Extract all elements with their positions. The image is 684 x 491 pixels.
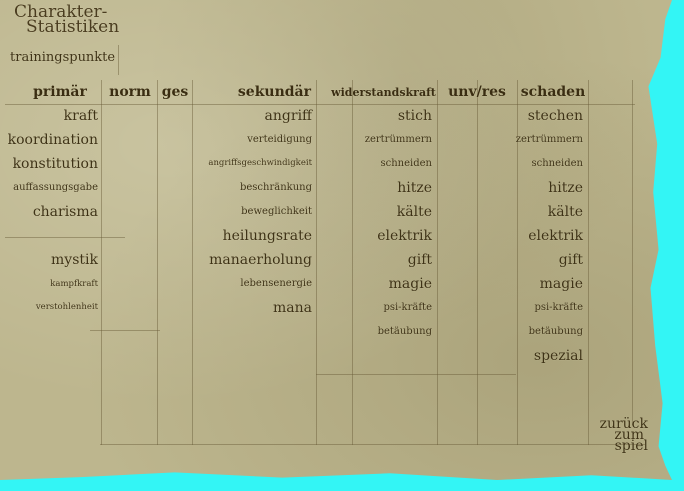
primary-charisma: charisma [32,204,98,220]
damage-psi-kraefte: psi-kräfte [534,302,583,313]
resistance-zertruemmern: zertrümmern [364,134,432,145]
primary-auffassungsgabe: auffassungsgabe [13,182,98,193]
primary-verstohlenheit: verstohlenheit [35,302,98,312]
secondary-mana: mana [273,300,312,316]
header-primary: primär [33,84,87,100]
header-secondary: sekundär [237,84,311,100]
header-damage: schaden [520,84,586,100]
primary-kraft: kraft [63,108,98,124]
secondary-angriffsgeschwindigkeit: angriffsgeschwindigkeit [208,158,312,168]
damage-gift: gift [558,252,583,268]
header-norm: norm [109,84,151,100]
secondary-beschraenkung: beschränkung [239,182,312,193]
resistance-psi-kraefte: psi-kräfte [383,302,432,313]
secondary-verteidigung: verteidigung [247,134,312,145]
damage-stechen: stechen [527,108,583,124]
header-resistance: widerstandskraft [331,86,436,99]
resistance-hitze: hitze [397,180,432,196]
training-points-label: trainingspunkte [10,50,116,65]
primary-koordination: koordination [7,132,98,148]
resistance-elektrik: elektrik [377,228,432,244]
damage-kaelte: kälte [547,204,583,220]
resistance-kaelte: kälte [396,204,432,220]
damage-betaeubung: betäubung [528,326,583,337]
page-title: Charakter- Statistiken [14,4,120,37]
header-unv-res: unv/res [448,84,506,100]
back-to-game-line3: spiel [614,438,648,454]
damage-elektrik: elektrik [528,228,583,244]
header-ges: ges [161,84,189,100]
damage-magie: magie [539,276,583,292]
primary-kampfkraft: kampfkraft [50,279,98,289]
damage-hitze: hitze [548,180,583,196]
damage-schneiden: schneiden [531,158,584,169]
resistance-magie: magie [388,276,432,292]
secondary-lebensenergie: lebensenergie [240,278,312,289]
secondary-angriff: angriff [264,108,312,124]
damage-spezial: spezial [533,348,583,364]
secondary-beweglichkeit: beweglichkeit [241,206,312,217]
secondary-manaerholung: manaerholung [209,252,312,268]
primary-mystik: mystik [51,252,98,268]
back-to-game-button[interactable]: zurück zum spiel [580,417,648,454]
primary-konstitution: konstitution [12,156,98,172]
resistance-betaeubung: betäubung [377,326,432,337]
resistance-stich: stich [397,108,432,124]
resistance-gift: gift [407,252,432,268]
damage-zertruemmern: zertrümmern [515,134,583,145]
page-title-line2: Statistiken [26,17,120,37]
resistance-schneiden: schneiden [380,158,433,169]
secondary-heilungsrate: heilungsrate [222,228,312,244]
